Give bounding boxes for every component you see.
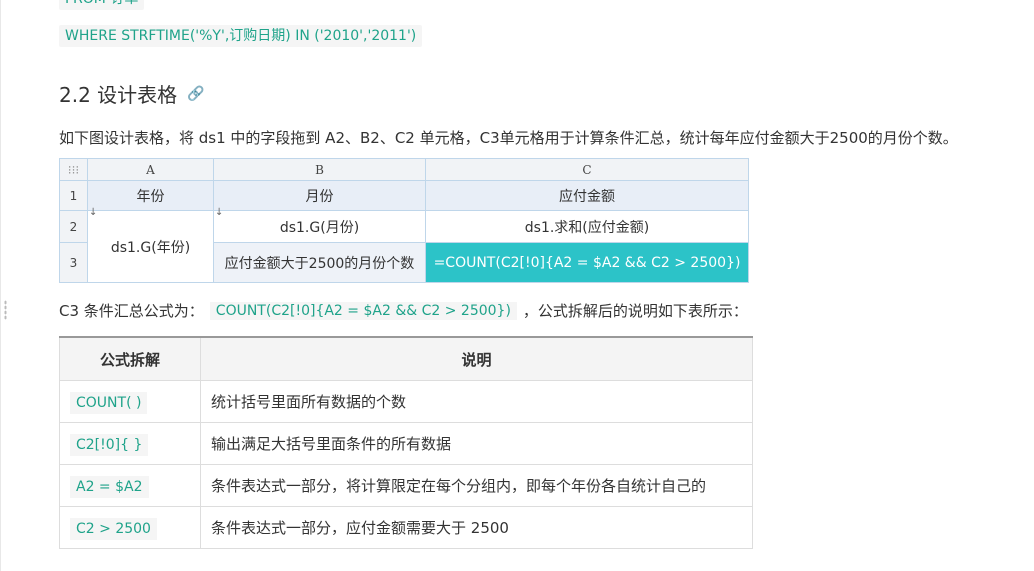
formula-part-cell: C2[!0]{ } [59,422,201,465]
description-cell: 统计括号里面所有数据的个数 [200,380,753,423]
col-header-a[interactable]: A [87,158,214,181]
description-cell: 条件表达式一部分，应付金额需要大于 2500 [200,506,753,549]
cell-a2[interactable]: ds1.G(年份) [87,208,214,283]
table-row: C2 > 2500 条件表达式一部分，应付金额需要大于 2500 [59,506,753,549]
formula-part-code: A2 = $A2 [70,475,149,498]
formula-explanation-table: 公式拆解 说明 COUNT( ) 统计括号里面所有数据的个数 C2[!0]{ }… [59,336,753,549]
paragraph-intro: 如下图设计表格，将 ds1 中的字段拖到 A2、B2、C2 单元格，C3单元格用… [59,129,958,147]
formula-part-cell: C2 > 2500 [59,506,201,549]
section-title: 2.2 设计表格 [59,83,178,107]
formula-suffix: ，公式拆解后的说明如下表所示： [522,302,748,320]
table-row: A2 = $A2 条件表达式一部分，将计算限定在每个分组内，即每个年份各自统计自… [59,464,753,507]
formula-inline-code: COUNT(C2[!0]{A2 = $A2 && C2 > 2500}) [209,301,517,320]
cell-a1[interactable]: 年份 [87,180,214,211]
formula-part-code: C2[!0]{ } [70,433,149,456]
col-header-c[interactable]: C [425,158,749,181]
code-line-from: FROM 订单 [59,0,145,10]
link-icon[interactable]: 🔗 [187,86,204,102]
header-formula-part: 公式拆解 [59,336,201,381]
cell-b1[interactable]: 月份 [213,180,426,211]
section-heading: 2.2 设计表格 🔗 [59,79,205,108]
row-header-3[interactable]: 3 [59,242,88,283]
row-header-1[interactable]: 1 [59,180,88,211]
cell-c2[interactable]: ds1.求和(应付金额) [425,210,749,243]
formula-part-cell: COUNT( ) [59,380,201,423]
grid-icon: ⁝⁝⁝ [67,162,80,177]
header-description: 说明 [200,336,753,381]
code-line-where: WHERE STRFTIME('%Y',订购日期) IN ('2010','20… [59,25,423,47]
cell-b2[interactable]: ds1.G(月份) [213,208,426,243]
cell-c1[interactable]: 应付金额 [425,180,749,211]
paragraph-formula: C3 条件汇总公式为： COUNT(C2[!0]{A2 = $A2 && C2 … [59,300,748,321]
formula-part-code: COUNT( ) [70,391,148,414]
cell-c3[interactable]: =COUNT(C2[!0]{A2 = $A2 && C2 > 2500}) [425,242,749,283]
row-header-2[interactable]: 2 [59,210,88,243]
description-cell: 条件表达式一部分，将计算限定在每个分组内，即每个年份各自统计自己的 [200,464,753,507]
design-sheet: ⁝⁝⁝ A B C 1 年份 月份 应付金额 2 ds1.G(年份) ds1.G… [59,158,749,283]
table-row: COUNT( ) 统计括号里面所有数据的个数 [59,380,753,423]
formula-prefix: C3 条件汇总公式为： [59,302,204,320]
sheet-corner[interactable]: ⁝⁝⁝ [59,158,88,181]
formula-part-cell: A2 = $A2 [59,464,201,507]
table-row: C2[!0]{ } 输出满足大括号里面条件的所有数据 [59,422,753,465]
cell-b3[interactable]: 应付金额大于2500的月份个数 [213,242,426,283]
col-header-b[interactable]: B [213,158,426,181]
description-cell: 输出满足大括号里面条件的所有数据 [200,422,753,465]
drag-handle[interactable] [4,300,7,320]
formula-part-code: C2 > 2500 [70,517,157,540]
left-border [0,0,1,571]
